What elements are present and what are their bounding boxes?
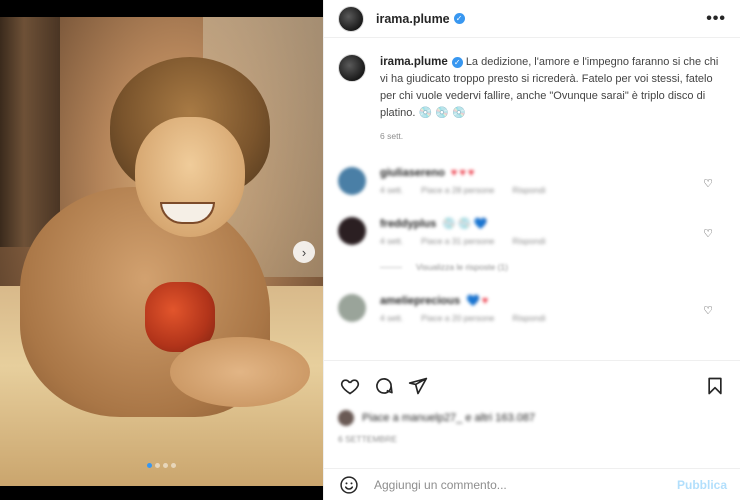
photo-hand [170, 337, 310, 407]
more-horizontal-icon[interactable]: ••• [706, 10, 726, 28]
photo-curtain [0, 17, 60, 247]
avatar[interactable] [338, 217, 366, 245]
view-replies-link[interactable]: Visualizza le risposte (1) [380, 262, 727, 272]
heart-outline-icon[interactable]: ♡ [703, 304, 713, 317]
verified-badge-icon: ✓ [453, 13, 465, 24]
emoji-button[interactable] [338, 474, 360, 496]
comment-icon [376, 377, 393, 394]
bookmark-icon [708, 377, 722, 394]
comment-input[interactable] [374, 477, 677, 492]
post-actions [324, 360, 740, 410]
caption-username[interactable]: irama.plume [380, 56, 448, 68]
heart-icon [340, 378, 360, 394]
carousel-dot [171, 463, 176, 468]
post-photo[interactable] [0, 17, 323, 486]
comment-username[interactable]: freddyplus [380, 218, 436, 230]
comment-meta: 4 sett. Piace a 28 persone Rispondi [380, 185, 563, 195]
comment: freddyplus 💿💿💙 4 sett. Piace a 31 persone R… [338, 217, 727, 246]
carousel-dot [155, 463, 160, 468]
verified-badge-icon: ✓ [451, 56, 463, 68]
caption-body: irama.plume ✓ La dedizione, l'amore e l'i… [380, 54, 727, 145]
comment-item: freddyplus 💿💿💙 4 sett. Piace a 31 persone R… [338, 217, 727, 272]
comment-emojis: 💙♥ [466, 295, 491, 307]
comment-body: amelieprecious 💙♥ 4 sett. Piace a 20 perso… [380, 294, 563, 323]
comment-item: giuliasereno ♥♥♥ 4 sett. Piace a 28 person… [338, 167, 727, 195]
save-button[interactable] [703, 374, 727, 398]
like-button[interactable] [338, 374, 362, 398]
heart-outline-icon[interactable]: ♡ [703, 227, 713, 240]
likes-text: Piace a manuelp27_ e altri 163.087 [362, 412, 536, 424]
comment-time: 4 sett. [380, 313, 404, 323]
chevron-right-icon: › [301, 244, 307, 260]
caption-time: 6 sett. [380, 131, 404, 141]
post-caption: irama.plume ✓ La dedizione, l'amore e l'i… [338, 54, 727, 145]
comment-meta: 4 sett. Piace a 31 persone Rispondi [380, 236, 563, 246]
avatar[interactable] [338, 54, 366, 82]
comment-likes[interactable]: Piace a 31 persone [421, 236, 494, 246]
carousel-dot [147, 463, 152, 468]
carousel-indicator [0, 463, 323, 468]
comment-body: giuliasereno ♥♥♥ 4 sett. Piace a 28 person… [380, 167, 563, 195]
comment-composer: Pubblica [324, 468, 740, 500]
post-media: › [0, 0, 323, 500]
post-username[interactable]: irama.plume [376, 12, 450, 26]
comment-likes[interactable]: Piace a 20 persone [421, 313, 494, 323]
comment-text: amelieprecious 💙♥ [380, 294, 563, 307]
comment-username[interactable]: giuliasereno [380, 167, 445, 179]
post-side-panel: irama.plume ✓ ••• irama.plume ✓ La dedizi… [323, 0, 740, 500]
avatar[interactable] [338, 5, 364, 32]
carousel-dot [163, 463, 168, 468]
comment-item: amelieprecious 💙♥ 4 sett. Piace a 20 perso… [338, 294, 727, 323]
share-button[interactable] [406, 374, 430, 398]
comment-time: 4 sett. [380, 236, 404, 246]
heart-outline-icon[interactable]: ♡ [703, 177, 713, 190]
avatar [338, 410, 354, 426]
send-icon [408, 377, 428, 394]
avatar[interactable] [338, 294, 366, 322]
comment-text: freddyplus 💿💿💙 [380, 217, 563, 230]
next-slide-button[interactable]: › [293, 241, 315, 263]
comment-body: freddyplus 💿💿💙 4 sett. Piace a 31 persone R… [380, 217, 563, 246]
post-header: irama.plume ✓ ••• [324, 0, 740, 38]
comment-username[interactable]: amelieprecious [380, 295, 460, 307]
comment-likes[interactable]: Piace a 28 persone [421, 185, 494, 195]
emoji-icon [340, 475, 358, 494]
avatar[interactable] [338, 167, 366, 195]
publish-button[interactable]: Pubblica [677, 478, 727, 492]
comment: giuliasereno ♥♥♥ 4 sett. Piace a 28 person… [338, 167, 727, 195]
comment-meta: 4 sett. Piace a 20 persone Rispondi [380, 313, 563, 323]
comment-emojis: 💿💿💙 [442, 218, 490, 230]
comments-list[interactable]: irama.plume ✓ La dedizione, l'amore e l'i… [324, 38, 740, 360]
reply-link[interactable]: Rispondi [512, 313, 545, 323]
comment-time: 4 sett. [380, 185, 404, 195]
comment-emojis: ♥♥♥ [450, 167, 477, 179]
post-date: 6 SETTEMBRE [338, 434, 398, 444]
reply-link[interactable]: Rispondi [512, 185, 545, 195]
comment-button[interactable] [372, 374, 396, 398]
comment: amelieprecious 💙♥ 4 sett. Piace a 20 perso… [338, 294, 727, 323]
comment-text: giuliasereno ♥♥♥ [380, 167, 563, 179]
reply-link[interactable]: Rispondi [512, 236, 545, 246]
likes-summary[interactable]: Piace a manuelp27_ e altri 163.087 [338, 410, 727, 426]
